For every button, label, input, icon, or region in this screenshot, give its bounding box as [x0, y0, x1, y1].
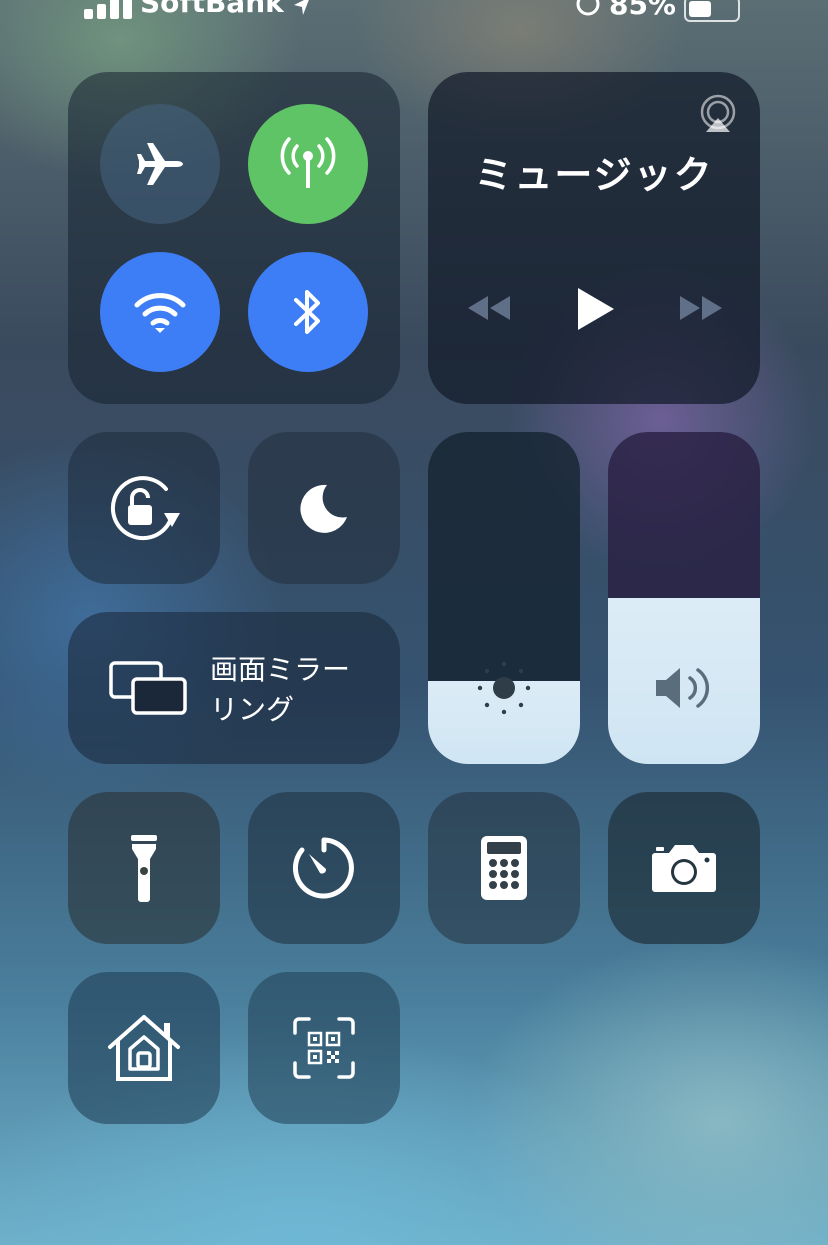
do-not-disturb-button[interactable]: [248, 432, 400, 584]
orientation-lock-status-icon: [576, 0, 600, 16]
signal-strength-icon: [84, 0, 132, 19]
qr-scanner-button[interactable]: [248, 972, 400, 1124]
volume-slider[interactable]: [608, 432, 760, 764]
carrier-name: SoftBank: [140, 0, 284, 19]
screen-mirroring-label-line2: リング: [210, 693, 295, 726]
status-right: 85%: [575, 0, 740, 22]
music-tile[interactable]: ミュージック: [428, 72, 760, 404]
bluetooth-icon: [294, 290, 320, 334]
screen-mirroring-label-line1: 画面ミラー: [210, 653, 351, 686]
calculator-button[interactable]: [428, 792, 580, 944]
home-button[interactable]: [68, 972, 220, 1124]
rotation-lock-icon: [110, 476, 180, 541]
status-bar: SoftBank 85%: [0, 0, 828, 22]
qr-code-icon: [293, 1017, 355, 1079]
timer-button[interactable]: [248, 792, 400, 944]
rewind-icon[interactable]: [466, 294, 512, 322]
brightness-slider[interactable]: [428, 432, 580, 764]
wifi-icon: [134, 293, 186, 333]
airplay-icon[interactable]: [698, 94, 738, 134]
location-icon: [293, 0, 309, 15]
moon-icon: [300, 484, 347, 533]
home-icon: [108, 1015, 180, 1081]
rotation-lock-button[interactable]: [68, 432, 220, 584]
music-title: ミュージック: [474, 153, 714, 197]
camera-button[interactable]: [608, 792, 760, 944]
flashlight-icon: [131, 835, 157, 902]
speaker-icon: [656, 668, 710, 708]
calculator-icon: [481, 836, 527, 900]
battery-icon: [684, 0, 740, 22]
fast-forward-icon[interactable]: [678, 294, 724, 322]
timer-icon: [293, 837, 354, 899]
flashlight-button[interactable]: [68, 792, 220, 944]
play-icon[interactable]: [576, 286, 616, 332]
airplane-mode-button[interactable]: [100, 104, 220, 224]
camera-icon: [652, 845, 716, 892]
status-left: SoftBank: [84, 0, 312, 19]
cellular-antenna-icon: [280, 137, 336, 188]
bluetooth-button[interactable]: [248, 252, 368, 372]
wifi-button[interactable]: [100, 252, 220, 372]
battery-percent: 85%: [608, 0, 676, 21]
connectivity-tile: [68, 72, 400, 404]
screen-mirroring-icon: [109, 661, 187, 715]
airplane-icon: [137, 143, 183, 185]
cellular-data-button[interactable]: [248, 104, 368, 224]
screen-mirroring-label: 画面ミラー リング: [210, 650, 350, 730]
sun-icon: [477, 661, 531, 715]
